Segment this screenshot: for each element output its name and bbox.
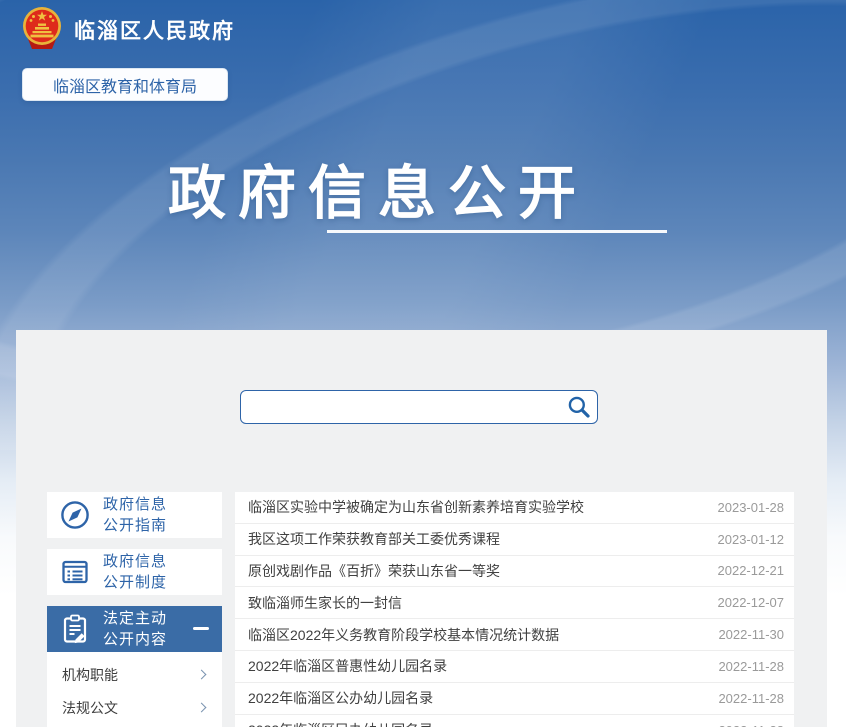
news-title: 临淄区2022年义务教育阶段学校基本情况统计数据 xyxy=(248,625,559,645)
news-item[interactable]: 2022年临淄区民办幼儿园名录 2022-11-28 xyxy=(235,715,794,727)
news-title: 2022年临淄区普惠性幼儿园名录 xyxy=(248,656,447,676)
search-button[interactable] xyxy=(561,391,597,423)
page-title: 政府信息公开 xyxy=(168,146,588,230)
national-emblem-icon xyxy=(20,5,64,55)
sidebar-item-open-guide[interactable]: 政府信息 公开指南 xyxy=(47,492,222,538)
clipboard-icon xyxy=(59,613,91,645)
news-date: 2022-12-21 xyxy=(718,563,785,578)
sidebar-item-label: 政府信息 公开指南 xyxy=(103,494,167,536)
collapse-minus-icon xyxy=(193,627,209,630)
news-title: 我区这项工作荣获教育部关工委优秀课程 xyxy=(248,529,500,549)
news-date: 2022-11-28 xyxy=(718,691,784,706)
site-title: 临淄区人民政府 xyxy=(74,15,235,45)
department-button[interactable]: 临淄区教育和体育局 xyxy=(22,68,228,101)
news-date: 2022-11-28 xyxy=(718,659,784,674)
news-item[interactable]: 临淄区2022年义务教育阶段学校基本情况统计数据 2022-11-30 xyxy=(235,619,794,651)
content-panel: 政府信息 公开指南 政府信息 公开制度 xyxy=(16,330,827,727)
sidebar-subitem-regulations[interactable]: 法规公文 xyxy=(47,691,222,724)
news-item[interactable]: 原创戏剧作品《百折》荣获山东省一等奖 2022-12-21 xyxy=(235,556,794,588)
chevron-right-icon xyxy=(197,670,207,680)
chevron-right-icon xyxy=(197,703,207,713)
compass-icon xyxy=(59,499,91,531)
news-date: 2022-12-07 xyxy=(718,595,785,610)
sidebar-item-label: 政府信息 公开制度 xyxy=(103,551,167,593)
news-item[interactable]: 2022年临淄区公办幼儿园名录 2022-11-28 xyxy=(235,683,794,715)
page: 临淄区人民政府 临淄区教育和体育局 政府信息公开 xyxy=(0,0,846,727)
news-date: 2023-01-28 xyxy=(718,500,785,515)
news-date: 2022-11-30 xyxy=(718,627,784,642)
sidebar-subitem-organization[interactable]: 机构职能 xyxy=(47,658,222,691)
news-title: 2022年临淄区民办幼儿园名录 xyxy=(248,720,433,727)
news-title: 致临淄师生家长的一封信 xyxy=(248,593,402,613)
subitem-label: 法规公文 xyxy=(62,698,118,718)
news-title: 2022年临淄区公办幼儿园名录 xyxy=(248,688,433,708)
document-icon xyxy=(59,556,91,588)
sidebar-item-label: 法定主动 公开内容 xyxy=(103,608,167,650)
news-item[interactable]: 临淄区实验中学被确定为山东省创新素养培育实验学校 2023-01-28 xyxy=(235,492,794,524)
news-item[interactable]: 2022年临淄区普惠性幼儿园名录 2022-11-28 xyxy=(235,651,794,683)
news-title: 临淄区实验中学被确定为山东省创新素养培育实验学校 xyxy=(248,497,584,517)
sidebar: 政府信息 公开指南 政府信息 公开制度 xyxy=(47,492,222,727)
news-item[interactable]: 我区这项工作荣获教育部关工委优秀课程 2023-01-12 xyxy=(235,524,794,556)
sidebar-submenu: 机构职能 法规公文 xyxy=(47,652,222,727)
news-date: 2023-01-12 xyxy=(718,532,785,547)
title-underline xyxy=(327,230,667,233)
sidebar-item-open-system[interactable]: 政府信息 公开制度 xyxy=(47,549,222,595)
news-list: 临淄区实验中学被确定为山东省创新素养培育实验学校 2023-01-28 我区这项… xyxy=(235,492,794,727)
sidebar-item-legal-disclosure[interactable]: 法定主动 公开内容 xyxy=(47,606,222,652)
news-title: 原创戏剧作品《百折》荣获山东省一等奖 xyxy=(248,561,500,581)
news-item[interactable]: 致临淄师生家长的一封信 2022-12-07 xyxy=(235,587,794,619)
subitem-label: 机构职能 xyxy=(62,665,118,685)
search-icon xyxy=(566,394,592,420)
search-bar xyxy=(240,390,598,424)
news-date: 2022-11-28 xyxy=(718,723,784,727)
search-input[interactable] xyxy=(241,391,561,423)
